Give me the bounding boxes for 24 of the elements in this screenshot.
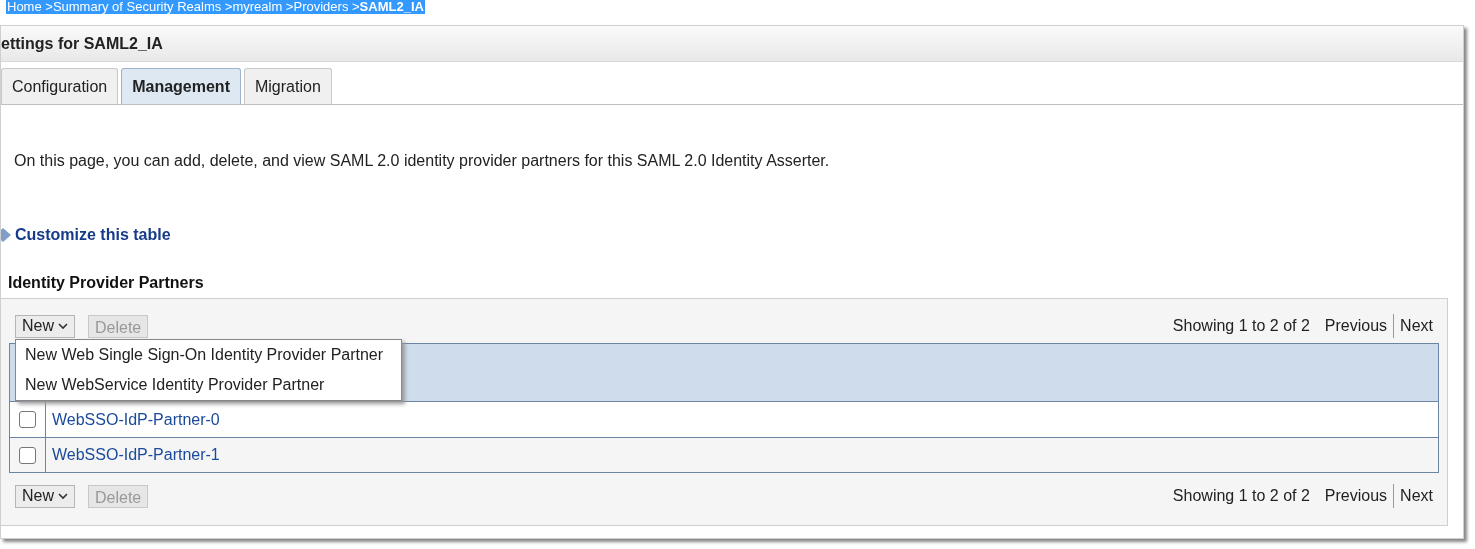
caret-icon — [58, 492, 68, 500]
row-checkbox[interactable] — [19, 446, 36, 464]
row-checkbox[interactable] — [19, 411, 36, 428]
new-button[interactable]: New — [15, 314, 75, 338]
menu-item[interactable]: New Web Single Sign-On Identity Provider Partner — [16, 340, 401, 370]
new-button[interactable]: New — [15, 484, 75, 508]
tab[interactable]: Configuration — [1, 68, 119, 104]
diamond-icon — [1, 227, 11, 243]
showing-count: Showing 1 to 2 of 2 — [1172, 316, 1310, 336]
partner-link[interactable]: WebSSO-IdP-Partner-0 — [52, 410, 220, 429]
showing-count: Showing 1 to 2 of 2 — [1172, 486, 1310, 506]
tab[interactable]: Management — [121, 68, 241, 104]
next-link[interactable]: Next — [1400, 314, 1433, 338]
next-link[interactable]: Next — [1400, 484, 1433, 508]
table-title: Identity Provider Partners — [8, 273, 205, 293]
previous-link[interactable]: Previous — [1324, 484, 1395, 508]
customize-table-link[interactable]: Customize this table — [15, 223, 171, 247]
description-text: On this page, you can add, delete, and view SAML 2.0 identity provider partners for this SAML 2.0 Identity Asserter. — [14, 151, 831, 171]
tab[interactable]: Migration — [243, 68, 332, 104]
caret-icon — [58, 322, 68, 330]
previous-link[interactable]: Previous — [1324, 314, 1395, 338]
partner-link[interactable]: WebSSO-IdP-Partner-1 — [52, 446, 220, 464]
panel-title: ettings for SAML2_IA — [1, 33, 163, 54]
menu-item[interactable]: New WebService Identity Provider Partner — [16, 370, 401, 400]
